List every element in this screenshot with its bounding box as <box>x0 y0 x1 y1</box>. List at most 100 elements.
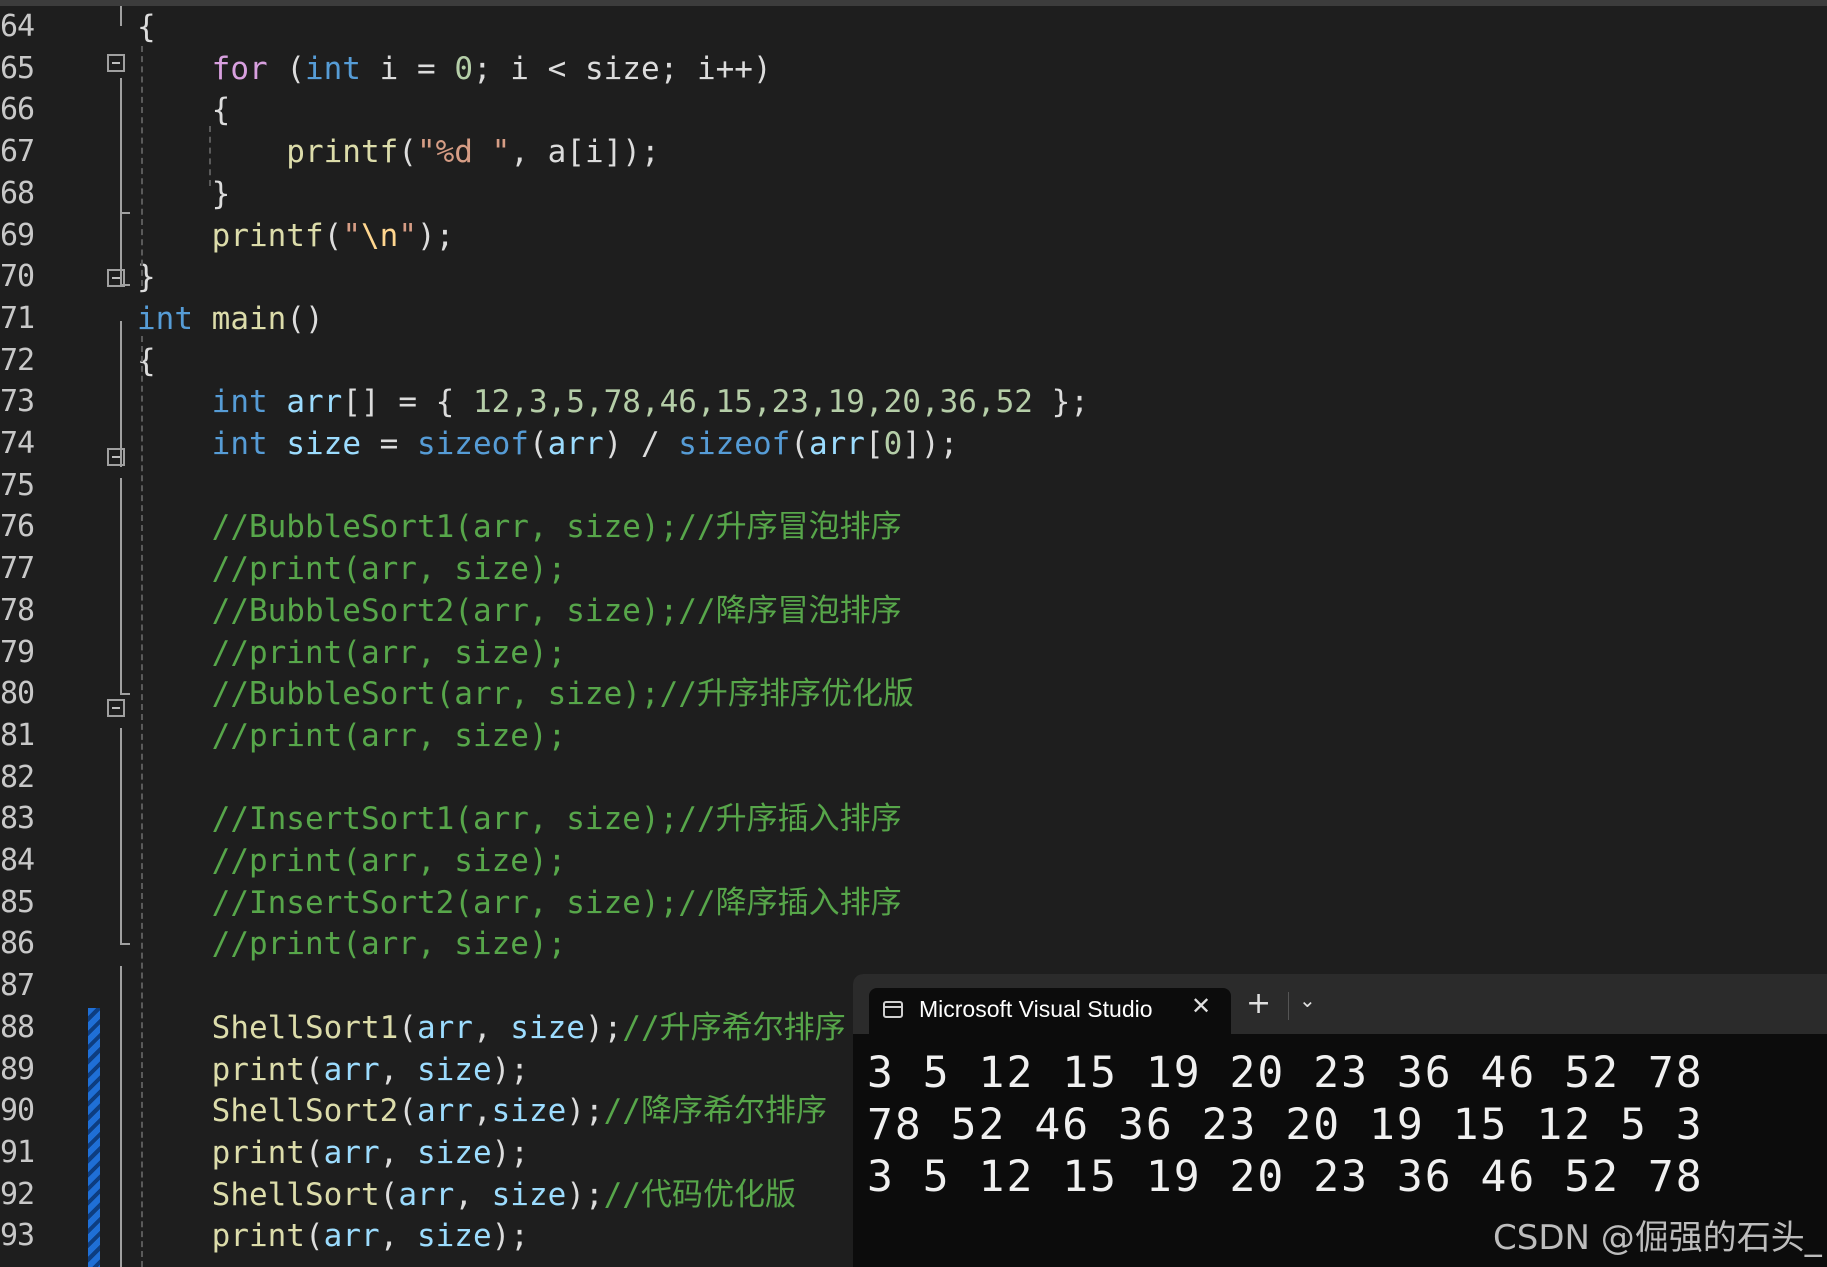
indent-guide <box>141 336 143 1267</box>
code-token: ; i < size; i++) <box>472 51 772 87</box>
code-line[interactable]: 76 //BubbleSort1(arr, size);//升序冒泡排序 <box>0 506 1827 548</box>
code-token: arr <box>416 1093 473 1129</box>
fold-guide <box>120 321 122 467</box>
new-tab-icon[interactable]: + <box>1246 986 1271 1021</box>
code-token: 0 <box>883 426 903 462</box>
code-token: print <box>137 1218 305 1254</box>
line-number: 77 <box>0 551 35 586</box>
code-line[interactable]: 74 int size = sizeof(arr) / sizeof(arr[0… <box>0 423 1827 465</box>
fold-toggle-line-83[interactable] <box>107 699 125 717</box>
code-text: printf("\n"); <box>137 215 455 257</box>
line-number: 72 <box>0 343 35 378</box>
code-token: ); <box>491 1052 529 1088</box>
line-number: 74 <box>0 426 35 461</box>
code-token: //print(arr, size); <box>137 718 567 754</box>
code-token: print <box>137 1052 305 1088</box>
code-line[interactable]: 73 int arr[] = { 12,3,5,78,46,15,23,19,2… <box>0 381 1827 423</box>
code-text: //InsertSort2(arr, size);//降序插入排序 <box>137 882 902 924</box>
fold-guide <box>120 966 122 1267</box>
code-token: size <box>491 1177 567 1213</box>
code-token: int <box>137 384 268 420</box>
line-number: 69 <box>0 218 35 253</box>
code-token: 0 <box>454 51 473 87</box>
code-token: ShellSort2 <box>137 1093 399 1129</box>
fold-toggle-line-65[interactable] <box>107 54 125 72</box>
code-text: ShellSort(arr, size);//代码优化版 <box>137 1174 796 1216</box>
code-line[interactable]: 67 printf("%d ", a[i]); <box>0 131 1827 173</box>
line-number: 81 <box>0 718 35 753</box>
fold-guide-end <box>120 284 130 286</box>
fold-guide-end <box>120 212 130 214</box>
code-token: sizeof <box>416 426 529 462</box>
code-line[interactable]: 80 //BubbleSort(arr, size);//升序排序优化版 <box>0 673 1827 715</box>
code-line[interactable]: 85 //InsertSort2(arr, size);//降序插入排序 <box>0 882 1827 924</box>
code-token: ); <box>566 1177 604 1213</box>
code-line[interactable]: 86 //print(arr, size); <box>0 923 1827 965</box>
code-token: size <box>510 1010 585 1046</box>
line-number: 83 <box>0 801 35 836</box>
code-token: arr <box>323 1135 380 1171</box>
code-token: sizeof <box>678 426 791 462</box>
code-text: //print(arr, size); <box>137 923 567 965</box>
line-number: 89 <box>0 1052 35 1087</box>
line-number: 93 <box>0 1218 35 1253</box>
code-line[interactable]: 82 <box>0 757 1827 799</box>
code-text: //BubbleSort(arr, size);//升序排序优化版 <box>137 673 914 715</box>
code-line[interactable]: 81 //print(arr, size); <box>0 715 1827 757</box>
line-number: 90 <box>0 1093 35 1128</box>
code-line[interactable]: 75 <box>0 465 1827 507</box>
code-token: ( <box>528 426 548 462</box>
code-text: print(arr, size); <box>137 1049 529 1091</box>
code-token: ) / <box>603 426 679 462</box>
code-token: //BubbleSort(arr, size);//升序排序优化版 <box>137 676 914 712</box>
code-token: ( <box>379 1177 399 1213</box>
line-number: 78 <box>0 593 35 628</box>
tab-separator <box>1288 992 1289 1020</box>
code-token: //print(arr, size); <box>137 926 567 962</box>
code-token: //BubbleSort2(arr, size);//降序冒泡排序 <box>137 593 902 629</box>
code-line[interactable]: 71 int main() <box>0 298 1827 340</box>
code-text: //print(arr, size); <box>137 632 567 674</box>
code-line[interactable]: 83 //InsertSort1(arr, size);//升序插入排序 <box>0 798 1827 840</box>
code-line[interactable]: 84 //print(arr, size); <box>0 840 1827 882</box>
code-token: { <box>137 9 156 45</box>
close-tab-icon[interactable]: ✕ <box>1191 992 1211 1020</box>
code-token: ]); <box>902 426 959 462</box>
code-line[interactable]: 64 { <box>0 6 1827 48</box>
terminal-tab[interactable]: Microsoft Visual Studio ✕ <box>869 988 1231 1034</box>
code-line[interactable]: 68 } <box>0 173 1827 215</box>
code-text: int arr[] = { 12,3,5,78,46,15,23,19,20,3… <box>137 381 1089 423</box>
code-line[interactable]: 78 //BubbleSort2(arr, size);//降序冒泡排序 <box>0 590 1827 632</box>
fold-toggle-line-76[interactable] <box>107 448 125 466</box>
code-token: } <box>137 176 231 212</box>
code-token: print <box>137 1135 305 1171</box>
code-line[interactable]: 69 printf("\n"); <box>0 215 1827 257</box>
code-token: size <box>491 1093 567 1129</box>
code-token: ); <box>566 1093 604 1129</box>
code-text: { <box>137 89 231 131</box>
line-number: 64 <box>0 9 35 44</box>
code-token: i = <box>360 51 455 87</box>
code-token: { <box>137 92 231 128</box>
code-line[interactable]: 65 for (int i = 0; i < size; i++) <box>0 48 1827 90</box>
code-token: , a[i]); <box>510 134 660 170</box>
code-token: ); <box>491 1135 529 1171</box>
terminal-output-line: 78 52 46 36 23 20 19 15 12 5 3 <box>867 1100 1704 1150</box>
fold-guide-end <box>120 693 130 695</box>
code-token: size <box>416 1135 492 1171</box>
code-line[interactable]: 72 { <box>0 340 1827 382</box>
fold-guide <box>120 478 122 694</box>
code-line[interactable]: 70} <box>0 256 1827 298</box>
console-icon <box>883 1001 903 1018</box>
code-line[interactable]: 66 { <box>0 89 1827 131</box>
code-line[interactable]: 77 //print(arr, size); <box>0 548 1827 590</box>
code-line[interactable]: 79 //print(arr, size); <box>0 632 1827 674</box>
chevron-down-icon[interactable]: ⌄ <box>1299 988 1316 1012</box>
code-text: int size = sizeof(arr) / sizeof(arr[0]); <box>137 423 959 465</box>
fold-guide-end <box>120 943 130 945</box>
terminal-output-line: 3 5 12 15 19 20 23 36 46 52 78 <box>867 1048 1704 1098</box>
line-number: 65 <box>0 51 35 86</box>
line-number: 85 <box>0 885 35 920</box>
code-text: //print(arr, size); <box>137 840 567 882</box>
